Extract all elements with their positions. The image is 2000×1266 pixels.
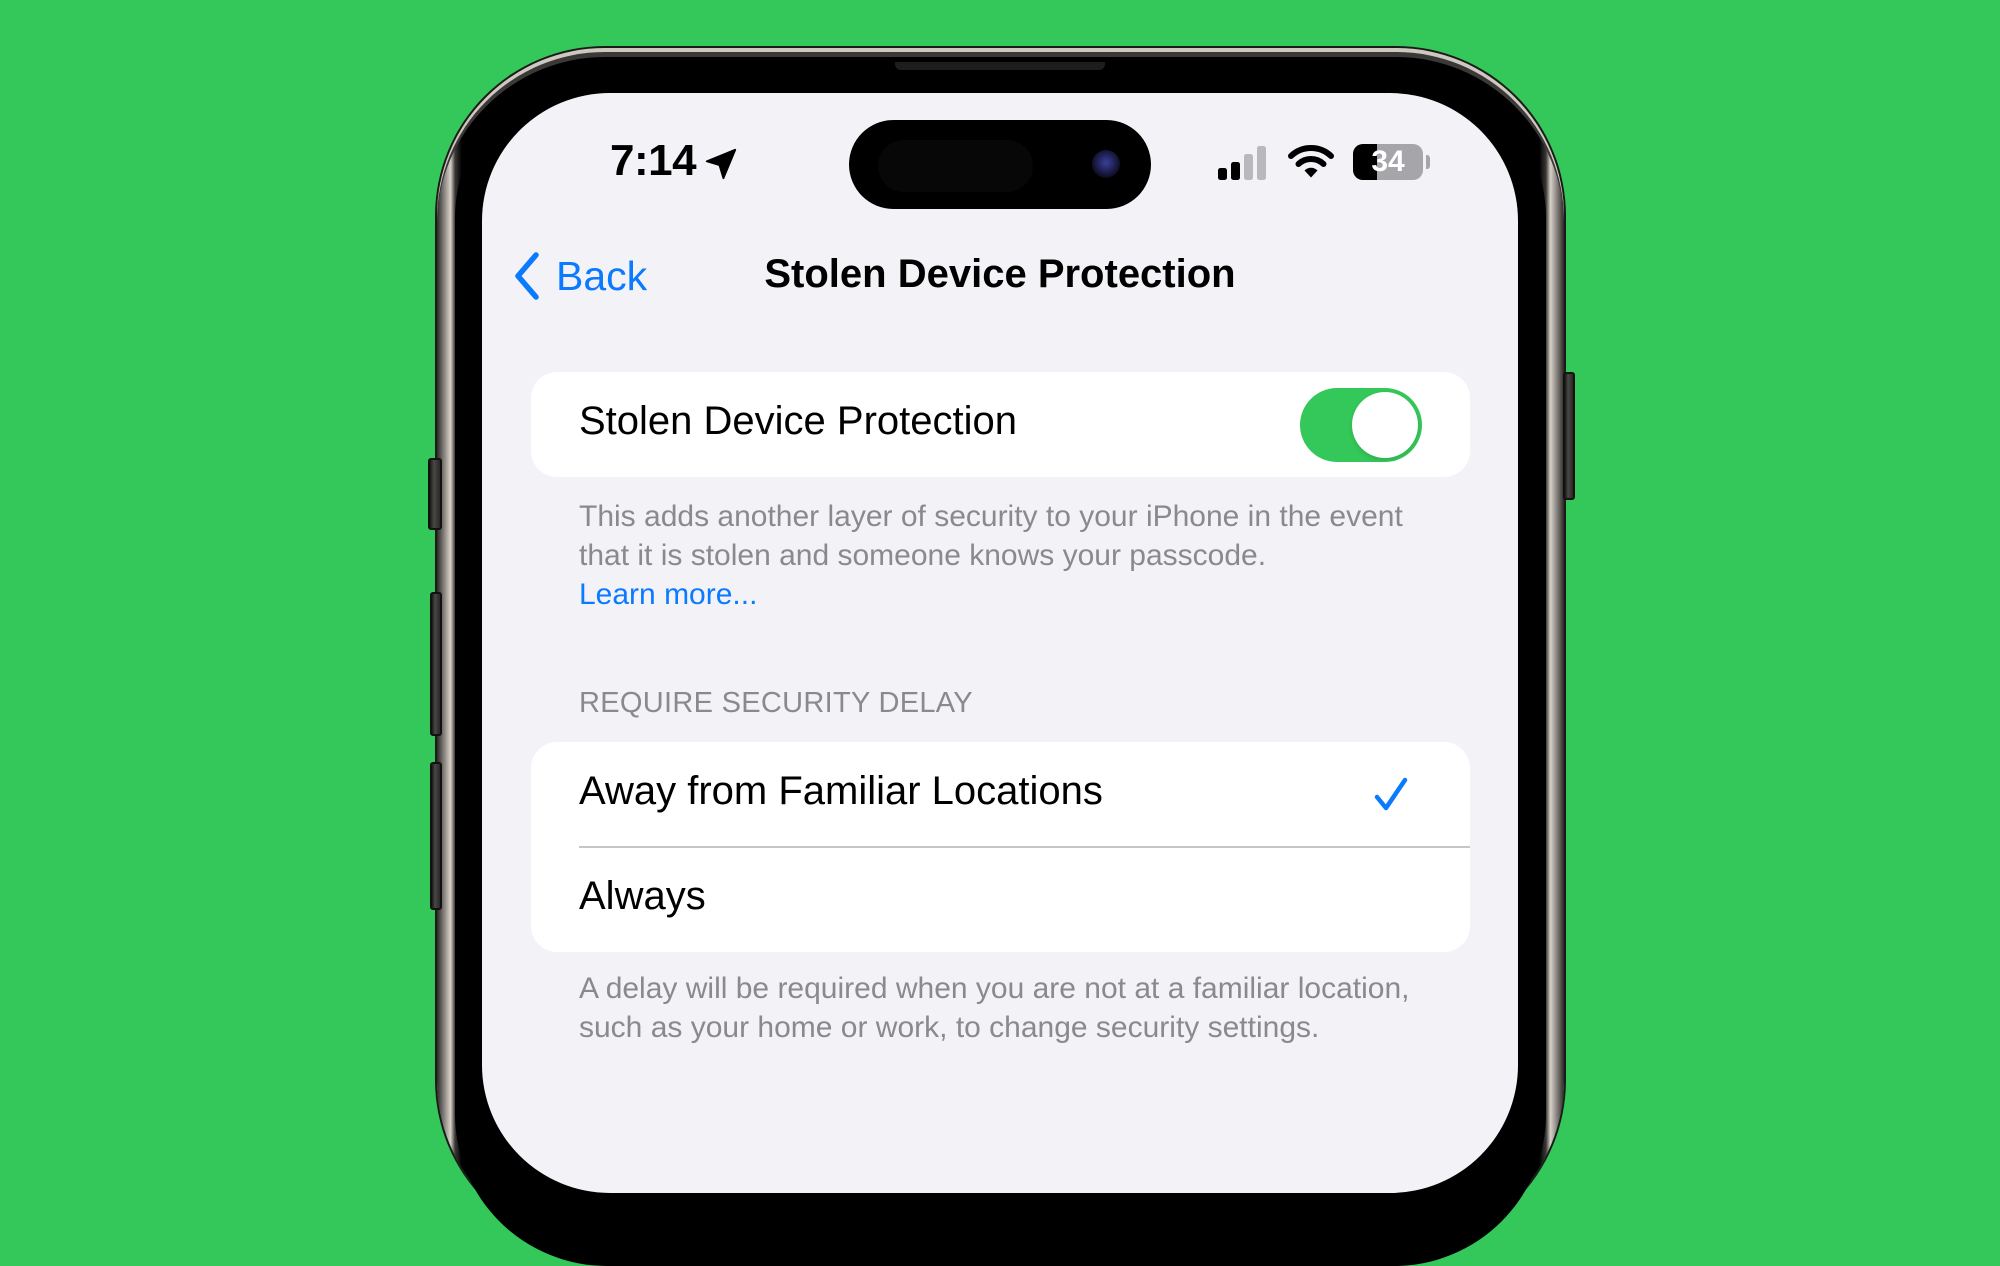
- wifi-icon: [1288, 145, 1334, 178]
- back-button[interactable]: Back: [512, 248, 647, 304]
- front-camera-icon: [1092, 150, 1120, 178]
- page-title: Stolen Device Protection: [764, 252, 1236, 296]
- option-always[interactable]: Always: [531, 847, 1470, 952]
- learn-more-link[interactable]: Learn more...: [579, 575, 1459, 614]
- signal-bar-1: [1218, 168, 1227, 180]
- protection-toggle[interactable]: [1300, 388, 1422, 462]
- option-label: Away from Familiar Locations: [579, 769, 1103, 813]
- battery-body: 34: [1353, 144, 1423, 180]
- side-power-button: [1563, 372, 1575, 500]
- location-arrow-icon: [705, 148, 737, 180]
- toggle-knob: [1352, 392, 1418, 458]
- battery-indicator: 34: [1353, 144, 1431, 180]
- volume-up-button: [430, 592, 442, 736]
- option-away-from-familiar-locations[interactable]: Away from Familiar Locations: [531, 742, 1470, 848]
- signal-bar-4: [1257, 146, 1266, 180]
- back-label: Back: [556, 252, 648, 299]
- signal-bar-2: [1231, 162, 1240, 180]
- battery-nub: [1426, 155, 1430, 169]
- protection-footer-text: This adds another layer of security to y…: [579, 500, 1403, 572]
- signal-bar-3: [1244, 154, 1253, 180]
- volume-down-button: [430, 762, 442, 910]
- option-label: Always: [579, 874, 706, 918]
- dynamic-island-sensor: [878, 140, 1033, 192]
- action-button: [428, 458, 442, 530]
- checkmark-icon: [1374, 777, 1408, 811]
- security-delay-footer: A delay will be required when you are no…: [579, 972, 1410, 1044]
- security-delay-card: Away from Familiar Locations Always: [531, 742, 1470, 952]
- protection-footer: This adds another layer of security to y…: [579, 497, 1459, 614]
- section-header-security-delay: REQUIRE SECURITY DELAY: [579, 687, 973, 719]
- chevron-left-icon: [515, 252, 539, 300]
- earpiece-speaker: [895, 62, 1105, 70]
- protection-toggle-label: Stolen Device Protection: [579, 399, 1018, 443]
- battery-percent: 34: [1371, 145, 1405, 178]
- protection-card: Stolen Device Protection: [531, 372, 1470, 477]
- cellular-signal-icon: [1218, 146, 1266, 180]
- status-time: 7:14: [610, 136, 697, 185]
